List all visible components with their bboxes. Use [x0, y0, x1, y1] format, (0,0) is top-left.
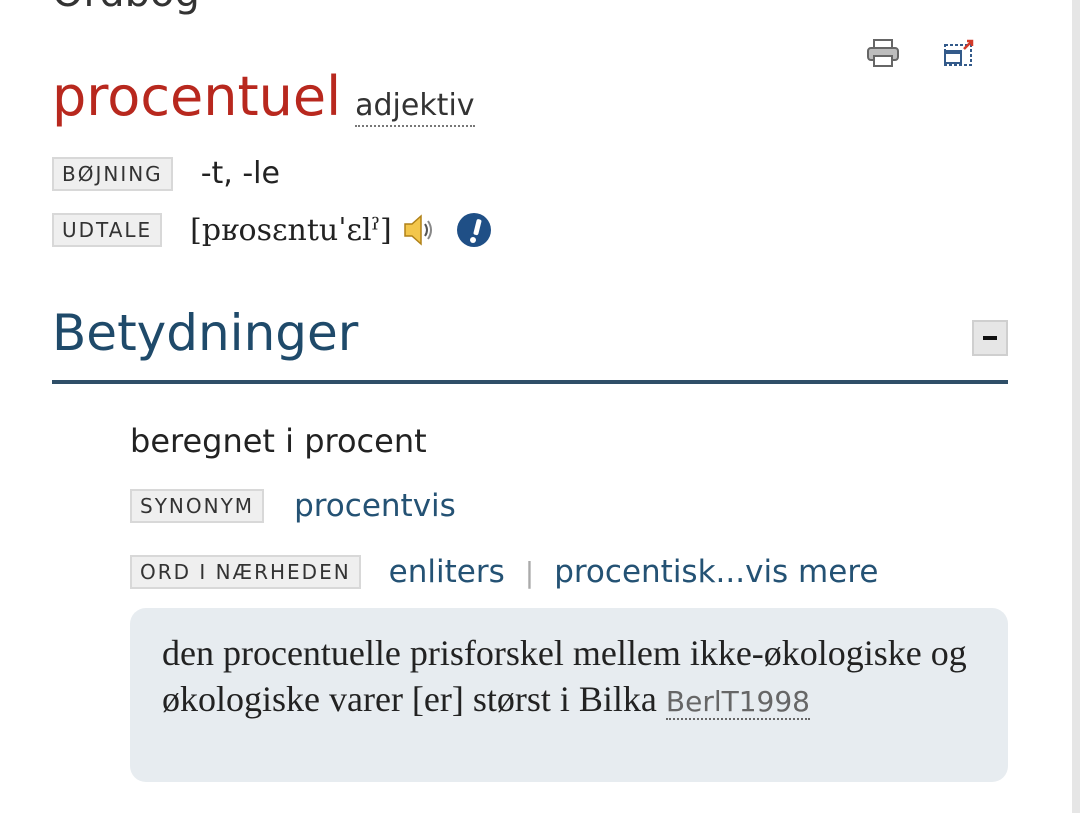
- inflection-row: BØJNING -t, -le: [52, 156, 280, 191]
- clipped-site-title: Ordbog: [52, 0, 200, 16]
- synonym-link[interactable]: procentvis: [294, 488, 456, 524]
- popout-window-icon: [944, 39, 974, 66]
- pronunciation-help-button[interactable]: [454, 210, 494, 250]
- word-class[interactable]: adjektiv: [355, 88, 475, 127]
- pronunciation-row: UDTALE [pʁosɛntuˈɛlˀ]: [52, 210, 494, 250]
- nearby-word-link-more[interactable]: procentisk...vis mere: [554, 554, 878, 590]
- headword: procentuel: [52, 65, 342, 128]
- speaker-icon: [403, 214, 432, 246]
- example-source[interactable]: BerlT1998: [665, 685, 810, 720]
- printer-icon: [867, 39, 899, 67]
- info-icon: [456, 213, 491, 247]
- nearby-word-link[interactable]: enliters: [389, 554, 505, 590]
- print-button[interactable]: [866, 36, 900, 70]
- pronunciation-label: UDTALE: [52, 213, 163, 247]
- pronunciation-value: [pʁosɛntuˈɛlˀ]: [190, 212, 392, 248]
- separator: |: [524, 555, 535, 589]
- page-right-border: [1072, 0, 1080, 813]
- meanings-section-header: Betydninger: [52, 300, 1008, 384]
- collapse-button[interactable]: [972, 320, 1008, 356]
- nearby-words-row: ORD I NÆRHEDEN enliters | procentisk...v…: [130, 554, 878, 590]
- inflection-label: BØJNING: [52, 156, 173, 191]
- example-box: den procentuelle prisforskel mellem ikke…: [130, 608, 1008, 782]
- minus-icon: [983, 336, 997, 340]
- audio-button[interactable]: [402, 212, 436, 248]
- headword-row: procentuel adjektiv: [52, 70, 475, 127]
- nearby-words-label: ORD I NÆRHEDEN: [130, 555, 361, 589]
- synonym-row: SYNONYM procentvis: [130, 488, 456, 524]
- section-title: Betydninger: [52, 304, 359, 362]
- inflection-value: -t, -le: [200, 156, 280, 191]
- nearby-words-list: enliters | procentisk...vis mere: [389, 554, 879, 590]
- synonym-label: SYNONYM: [130, 489, 265, 523]
- popout-button[interactable]: [942, 36, 976, 70]
- example-text: den procentuelle prisforskel mellem ikke…: [162, 633, 967, 719]
- tools: [866, 36, 976, 70]
- definition-text: beregnet i procent: [130, 422, 427, 460]
